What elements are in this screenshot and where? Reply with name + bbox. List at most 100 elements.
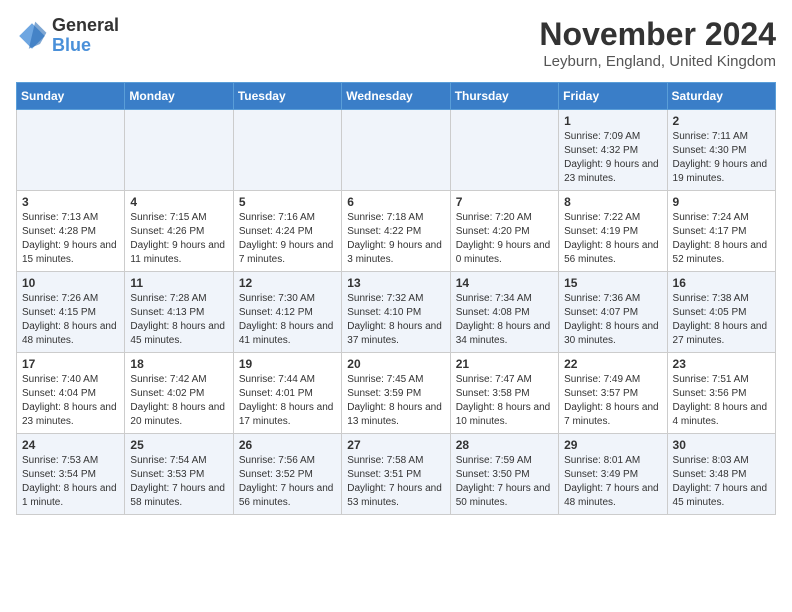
calendar-week-row: 1 Sunrise: 7:09 AM Sunset: 4:32 PM Daylig… [17,110,776,191]
calendar-cell: 22Sunrise: 7:49 AM Sunset: 3:57 PM Dayli… [559,353,667,434]
calendar-cell [450,110,558,191]
day-number: 16 [673,276,770,290]
day-info: Sunrise: 7:38 AM Sunset: 4:05 PM Dayligh… [673,292,770,348]
day-info: Sunrise: 7:56 AM Sunset: 3:52 PM Dayligh… [239,454,336,510]
logo-line2: Blue [52,35,91,55]
calendar-cell: 13 Sunrise: 7:32 AM Sunset: 4:10 PM Dayli… [342,272,450,353]
calendar-cell: 28 Sunrise: 7:59 AM Sunset: 3:50 PM Dayli… [450,434,558,515]
day-number: 28 [456,438,553,452]
calendar-cell: 3Sunrise: 7:13 AM Sunset: 4:28 PM Daylig… [17,191,125,272]
day-number: 24 [22,438,119,452]
calendar-week-row: 3Sunrise: 7:13 AM Sunset: 4:28 PM Daylig… [17,191,776,272]
logo-text: General Blue [52,16,119,56]
calendar-cell: 1 Sunrise: 7:09 AM Sunset: 4:32 PM Daylig… [559,110,667,191]
day-number: 8 [564,195,661,209]
day-number: 15 [564,276,661,290]
day-info: Sunrise: 7:58 AM Sunset: 3:51 PM Dayligh… [347,454,444,510]
day-info: Sunrise: 7:26 AM Sunset: 4:15 PM Dayligh… [22,292,119,348]
day-number: 23 [673,357,770,371]
calendar-week-row: 17 Sunrise: 7:40 AM Sunset: 4:04 PM Dayli… [17,353,776,434]
calendar-cell [125,110,233,191]
day-info: Sunrise: 7:24 AM Sunset: 4:17 PM Dayligh… [673,211,770,267]
day-number: 25 [130,438,227,452]
day-number: 17 [22,357,119,371]
day-number: 27 [347,438,444,452]
day-number: 9 [673,195,770,209]
weekday-header: Tuesday [233,83,341,110]
day-number: 6 [347,195,444,209]
day-info: Sunrise: 7:59 AM Sunset: 3:50 PM Dayligh… [456,454,553,510]
calendar-header-row: SundayMondayTuesdayWednesdayThursdayFrid… [17,83,776,110]
calendar-cell: 15Sunrise: 7:36 AM Sunset: 4:07 PM Dayli… [559,272,667,353]
day-number: 10 [22,276,119,290]
weekday-header: Monday [125,83,233,110]
day-info: Sunrise: 7:51 AM Sunset: 3:56 PM Dayligh… [673,373,770,429]
day-number: 1 [564,114,661,128]
calendar-cell: 25Sunrise: 7:54 AM Sunset: 3:53 PM Dayli… [125,434,233,515]
logo: General Blue [16,16,119,56]
calendar-cell: 7Sunrise: 7:20 AM Sunset: 4:20 PM Daylig… [450,191,558,272]
day-info: Sunrise: 7:16 AM Sunset: 4:24 PM Dayligh… [239,211,336,267]
page-header: General Blue November 2024 Leyburn, Engl… [16,16,776,70]
day-info: Sunrise: 7:28 AM Sunset: 4:13 PM Dayligh… [130,292,227,348]
day-number: 30 [673,438,770,452]
calendar-cell: 24 Sunrise: 7:53 AM Sunset: 3:54 PM Dayli… [17,434,125,515]
day-info: Sunrise: 7:32 AM Sunset: 4:10 PM Dayligh… [347,292,444,348]
calendar-cell: 4Sunrise: 7:15 AM Sunset: 4:26 PM Daylig… [125,191,233,272]
day-number: 13 [347,276,444,290]
day-number: 12 [239,276,336,290]
day-number: 18 [130,357,227,371]
location: Leyburn, England, United Kingdom [539,53,776,70]
calendar-cell: 30 Sunrise: 8:03 AM Sunset: 3:48 PM Dayli… [667,434,775,515]
day-info: Sunrise: 7:53 AM Sunset: 3:54 PM Dayligh… [22,454,119,510]
day-info: Sunrise: 7:09 AM Sunset: 4:32 PM Dayligh… [564,130,661,186]
day-info: Sunrise: 7:40 AM Sunset: 4:04 PM Dayligh… [22,373,119,429]
calendar-cell: 20Sunrise: 7:45 AM Sunset: 3:59 PM Dayli… [342,353,450,434]
day-info: Sunrise: 7:15 AM Sunset: 4:26 PM Dayligh… [130,211,227,267]
calendar-cell: 18 Sunrise: 7:42 AM Sunset: 4:02 PM Dayli… [125,353,233,434]
logo-line1: General [52,16,119,36]
day-number: 19 [239,357,336,371]
weekday-header: Saturday [667,83,775,110]
day-info: Sunrise: 7:13 AM Sunset: 4:28 PM Dayligh… [22,211,119,267]
calendar-cell: 8Sunrise: 7:22 AM Sunset: 4:19 PM Daylig… [559,191,667,272]
calendar-cell: 6Sunrise: 7:18 AM Sunset: 4:22 PM Daylig… [342,191,450,272]
calendar-cell: 9 Sunrise: 7:24 AM Sunset: 4:17 PM Daylig… [667,191,775,272]
day-number: 29 [564,438,661,452]
day-info: Sunrise: 7:44 AM Sunset: 4:01 PM Dayligh… [239,373,336,429]
calendar-cell [342,110,450,191]
day-number: 21 [456,357,553,371]
day-info: Sunrise: 7:20 AM Sunset: 4:20 PM Dayligh… [456,211,553,267]
day-info: Sunrise: 7:11 AM Sunset: 4:30 PM Dayligh… [673,130,770,186]
calendar-cell: 16 Sunrise: 7:38 AM Sunset: 4:05 PM Dayli… [667,272,775,353]
weekday-header: Thursday [450,83,558,110]
title-block: November 2024 Leyburn, England, United K… [539,16,776,70]
calendar-cell: 2Sunrise: 7:11 AM Sunset: 4:30 PM Daylig… [667,110,775,191]
calendar-body: 1 Sunrise: 7:09 AM Sunset: 4:32 PM Daylig… [17,110,776,515]
day-info: Sunrise: 7:42 AM Sunset: 4:02 PM Dayligh… [130,373,227,429]
calendar-cell: 21Sunrise: 7:47 AM Sunset: 3:58 PM Dayli… [450,353,558,434]
day-number: 14 [456,276,553,290]
day-info: Sunrise: 7:34 AM Sunset: 4:08 PM Dayligh… [456,292,553,348]
calendar-cell: 27 Sunrise: 7:58 AM Sunset: 3:51 PM Dayli… [342,434,450,515]
day-number: 26 [239,438,336,452]
weekday-header: Sunday [17,83,125,110]
calendar-table: SundayMondayTuesdayWednesdayThursdayFrid… [16,82,776,515]
day-info: Sunrise: 8:03 AM Sunset: 3:48 PM Dayligh… [673,454,770,510]
day-number: 11 [130,276,227,290]
calendar-cell: 17 Sunrise: 7:40 AM Sunset: 4:04 PM Dayli… [17,353,125,434]
calendar-cell: 23 Sunrise: 7:51 AM Sunset: 3:56 PM Dayli… [667,353,775,434]
calendar-cell: 19 Sunrise: 7:44 AM Sunset: 4:01 PM Dayli… [233,353,341,434]
calendar-cell [233,110,341,191]
month-title: November 2024 [539,16,776,53]
day-info: Sunrise: 8:01 AM Sunset: 3:49 PM Dayligh… [564,454,661,510]
calendar-cell: 5Sunrise: 7:16 AM Sunset: 4:24 PM Daylig… [233,191,341,272]
day-number: 22 [564,357,661,371]
weekday-header: Wednesday [342,83,450,110]
weekday-header: Friday [559,83,667,110]
calendar-cell: 14 Sunrise: 7:34 AM Sunset: 4:08 PM Dayli… [450,272,558,353]
calendar-cell: 29 Sunrise: 8:01 AM Sunset: 3:49 PM Dayli… [559,434,667,515]
calendar-week-row: 10 Sunrise: 7:26 AM Sunset: 4:15 PM Dayli… [17,272,776,353]
calendar-cell: 12Sunrise: 7:30 AM Sunset: 4:12 PM Dayli… [233,272,341,353]
calendar-week-row: 24 Sunrise: 7:53 AM Sunset: 3:54 PM Dayli… [17,434,776,515]
